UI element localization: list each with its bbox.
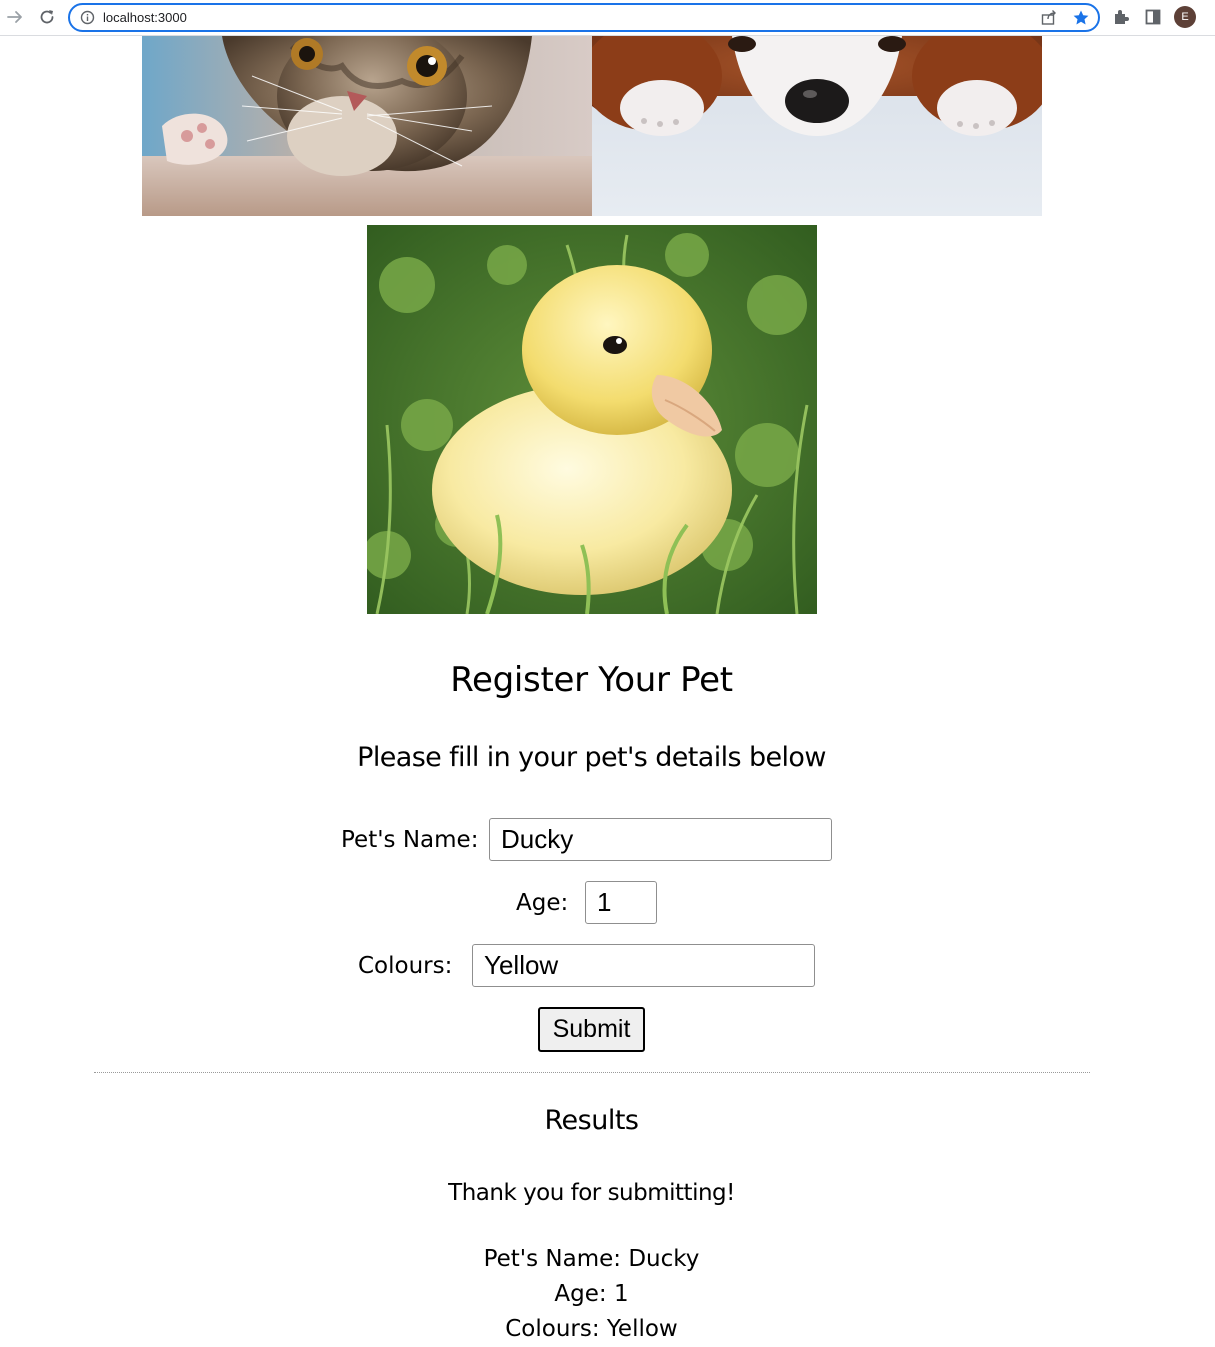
result-pet-name: Pet's Name: Ducky [483, 1246, 700, 1272]
result-colours: Colours: Yellow [505, 1316, 678, 1342]
divider [94, 1072, 1090, 1073]
extensions-icon[interactable] [1111, 7, 1131, 27]
submit-button[interactable]: Submit [538, 1007, 645, 1052]
info-icon[interactable] [80, 10, 95, 29]
age-label: Age: [516, 890, 569, 916]
share-icon[interactable] [1040, 9, 1058, 31]
age-value[interactable]: 1 [597, 887, 611, 917]
reload-icon[interactable] [37, 7, 57, 27]
colours-input[interactable]: Yellow [472, 944, 815, 987]
profile-avatar[interactable]: E [1174, 6, 1196, 28]
browser-toolbar: localhost:3000 E [0, 0, 1215, 36]
url-text[interactable]: localhost:3000 [103, 10, 187, 25]
pet-name-input[interactable]: Ducky [489, 818, 832, 861]
pet-name-row: Pet's Name: Ducky [0, 818, 1183, 862]
colours-row: Colours: Yellow [0, 944, 1183, 988]
page-subtitle: Please fill in your pet's details below [357, 742, 826, 773]
result-age: Age: 1 [554, 1281, 629, 1307]
age-input[interactable]: 1 [585, 881, 657, 924]
colours-value[interactable]: Yellow [484, 950, 558, 980]
forward-icon[interactable] [5, 7, 25, 27]
duckling-photo [367, 225, 817, 614]
bookmark-star-icon[interactable] [1072, 9, 1090, 31]
page-title: Register Your Pet [450, 660, 733, 700]
profile-initial: E [1181, 11, 1189, 23]
kitten-photo [142, 36, 592, 216]
colours-label: Colours: [358, 953, 453, 979]
address-bar[interactable]: localhost:3000 [68, 3, 1100, 32]
results-title: Results [544, 1105, 640, 1136]
side-panel-icon[interactable] [1143, 7, 1163, 27]
puppy-photo [592, 36, 1042, 216]
age-row: Age: 1 [0, 881, 1183, 925]
pet-name-label: Pet's Name: [341, 827, 479, 853]
thank-you-message: Thank you for submitting! [448, 1180, 735, 1206]
pet-name-value[interactable]: Ducky [501, 824, 573, 854]
